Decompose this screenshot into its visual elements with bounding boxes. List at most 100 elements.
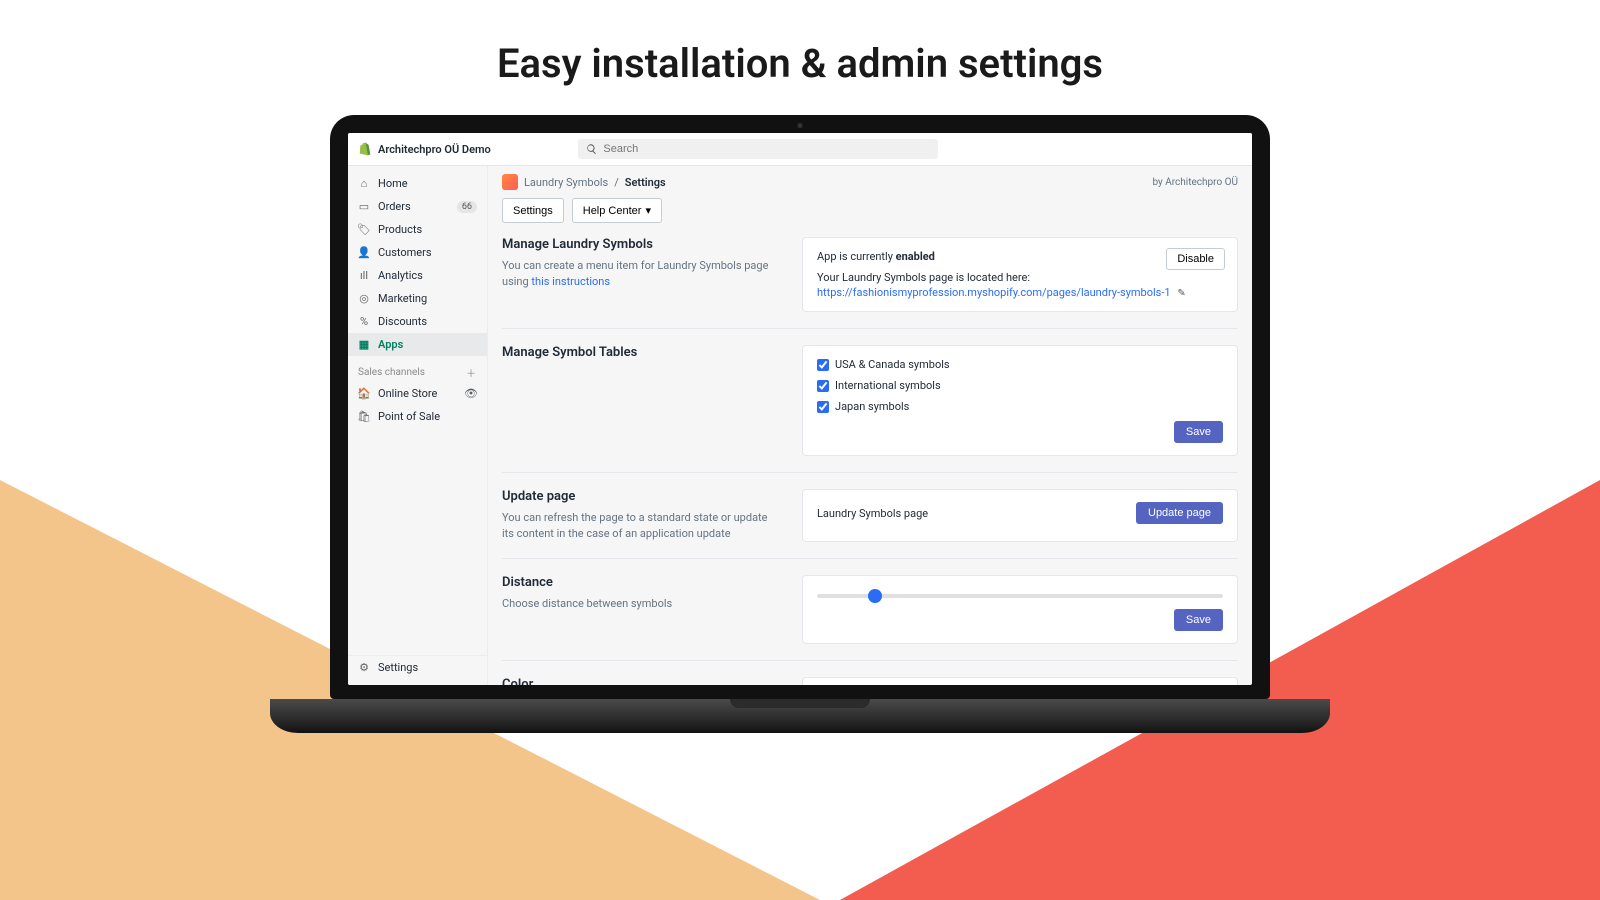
app-logo-icon xyxy=(502,174,518,190)
sidebar-item-analytics[interactable]: ıll Analytics xyxy=(348,264,487,287)
section-tables: Manage Symbol Tables USA & Canada symbol… xyxy=(502,328,1238,472)
sidebar-item-label: Customers xyxy=(378,246,432,259)
main-panel: Laundry Symbols / Settings by Architechp… xyxy=(488,166,1252,685)
topbar: Architechpro OÜ Demo xyxy=(348,133,1252,166)
sidebar-item-discounts[interactable]: % Discounts xyxy=(348,310,487,333)
section-title: Distance xyxy=(502,575,782,590)
section-desc: You can refresh the page to a standard s… xyxy=(502,510,782,542)
store-icon: 🏠 xyxy=(358,387,370,400)
sidebar-item-label: Marketing xyxy=(378,292,427,305)
update-row-label: Laundry Symbols page xyxy=(817,507,928,520)
sidebar-item-home[interactable]: ⌂ Home xyxy=(348,172,487,195)
breadcrumb-current: Settings xyxy=(625,176,666,189)
sidebar-item-orders[interactable]: ▭ Orders 66 xyxy=(348,195,487,218)
sidebar-item-customers[interactable]: 👤 Customers xyxy=(348,241,487,264)
section-desc: Choose distance between symbols xyxy=(502,596,782,612)
chevron-down-icon: ▾ xyxy=(645,204,651,217)
status-text: App is currently enabled xyxy=(817,250,1223,263)
pos-icon: 🛍 xyxy=(358,410,370,423)
target-icon: ◎ xyxy=(358,292,370,305)
sidebar-item-settings[interactable]: ⚙ Settings xyxy=(348,656,487,679)
sidebar-item-products[interactable]: 🏷 Products xyxy=(348,218,487,241)
app-screen: Architechpro OÜ Demo ⌂ Home ▭ Orders xyxy=(348,133,1252,685)
sidebar-item-label: Products xyxy=(378,223,422,236)
sidebar-item-point-of-sale[interactable]: 🛍 Point of Sale xyxy=(348,405,487,428)
apps-icon: ▦ xyxy=(358,338,370,351)
checkbox-row-japan[interactable]: Japan symbols xyxy=(817,400,1223,413)
breadcrumb-separator: / xyxy=(614,176,619,189)
bars-icon: ıll xyxy=(358,269,370,282)
orders-icon: ▭ xyxy=(358,200,370,213)
tag-icon: 🏷 xyxy=(358,223,370,236)
status-word: enabled xyxy=(896,250,935,263)
settings-button-label: Settings xyxy=(513,205,553,217)
page-located-label: Your Laundry Symbols page is located her… xyxy=(817,271,1223,284)
save-distance-button[interactable]: Save xyxy=(1174,609,1223,631)
sidebar-item-label: Online Store xyxy=(378,387,437,400)
store-name: Architechpro OÜ Demo xyxy=(378,143,491,156)
person-icon: 👤 xyxy=(358,246,370,259)
checkbox-row-international[interactable]: International symbols xyxy=(817,379,1223,392)
breadcrumb: Laundry Symbols / Settings xyxy=(502,174,666,190)
toolbar: Settings Help Center ▾ xyxy=(488,198,1252,231)
distance-card: Save xyxy=(802,575,1238,644)
tables-card: USA & Canada symbols International symbo… xyxy=(802,345,1238,456)
search-input[interactable] xyxy=(603,143,930,155)
section-title: Manage Laundry Symbols xyxy=(502,237,782,252)
add-channel-button[interactable]: ＋ xyxy=(465,366,477,378)
instructions-link[interactable]: this instructions xyxy=(531,275,610,288)
eye-icon[interactable]: 👁 xyxy=(465,387,477,400)
search-input-wrapper[interactable] xyxy=(578,139,938,159)
color-card: White Black Save xyxy=(802,677,1238,685)
content-area: Manage Laundry Symbols You can create a … xyxy=(488,231,1252,685)
checkbox-label: USA & Canada symbols xyxy=(835,358,950,371)
sidebar-item-label: Apps xyxy=(378,338,403,351)
section-title: Update page xyxy=(502,489,782,504)
page-headline: Easy installation & admin settings xyxy=(0,40,1600,87)
section-manage: Manage Laundry Symbols You can create a … xyxy=(502,231,1238,328)
section-desc: You can create a menu item for Laundry S… xyxy=(502,258,782,290)
section-title: Manage Symbol Tables xyxy=(502,345,782,360)
sidebar-item-label: Discounts xyxy=(378,315,427,328)
checkbox-label: Japan symbols xyxy=(835,400,909,413)
sidebar-item-label: Analytics xyxy=(378,269,423,282)
breadcrumb-app[interactable]: Laundry Symbols xyxy=(524,176,608,189)
laptop-base xyxy=(270,699,1330,733)
byline: by Architechpro OÜ xyxy=(1152,177,1238,188)
sidebar-item-label: Home xyxy=(378,177,408,190)
help-center-button[interactable]: Help Center ▾ xyxy=(572,198,662,223)
section-update: Update page You can refresh the page to … xyxy=(502,472,1238,558)
channels-header-label: Sales channels xyxy=(358,367,425,378)
gear-icon: ⚙ xyxy=(358,661,370,674)
checkbox-international[interactable] xyxy=(817,380,829,392)
laptop-notch xyxy=(730,699,870,708)
disable-button[interactable]: Disable xyxy=(1166,248,1225,270)
page-url-link[interactable]: https://fashionismyprofession.myshopify.… xyxy=(817,286,1171,299)
settings-button[interactable]: Settings xyxy=(502,198,564,223)
sidebar-item-label: Settings xyxy=(378,661,418,674)
shopify-logo-icon xyxy=(358,142,372,156)
checkbox-usa[interactable] xyxy=(817,359,829,371)
sidebar: ⌂ Home ▭ Orders 66 🏷 Products 👤 Cust xyxy=(348,166,488,685)
section-distance: Distance Choose distance between symbols… xyxy=(502,558,1238,660)
update-card: Laundry Symbols page Update page xyxy=(802,489,1238,542)
home-icon: ⌂ xyxy=(358,177,370,190)
sidebar-item-marketing[interactable]: ◎ Marketing xyxy=(348,287,487,310)
checkbox-row-usa[interactable]: USA & Canada symbols xyxy=(817,358,1223,371)
status-card: Disable App is currently enabled Your La… xyxy=(802,237,1238,312)
distance-slider[interactable] xyxy=(817,594,1223,598)
update-page-button[interactable]: Update page xyxy=(1136,502,1223,524)
sidebar-item-label: Point of Sale xyxy=(378,410,440,423)
sidebar-item-label: Orders xyxy=(378,200,411,213)
sidebar-item-apps[interactable]: ▦ Apps xyxy=(348,333,487,356)
pencil-icon[interactable]: ✎ xyxy=(1177,288,1185,299)
camera-dot-icon xyxy=(798,123,803,128)
sidebar-item-online-store[interactable]: 🏠 Online Store 👁 xyxy=(348,382,487,405)
section-color: Color Choose color White xyxy=(502,660,1238,685)
save-tables-button[interactable]: Save xyxy=(1174,421,1223,443)
section-title: Color xyxy=(502,677,782,685)
checkbox-japan[interactable] xyxy=(817,401,829,413)
percent-icon: % xyxy=(358,315,370,328)
store-brand[interactable]: Architechpro OÜ Demo xyxy=(358,142,568,156)
checkbox-label: International symbols xyxy=(835,379,941,392)
